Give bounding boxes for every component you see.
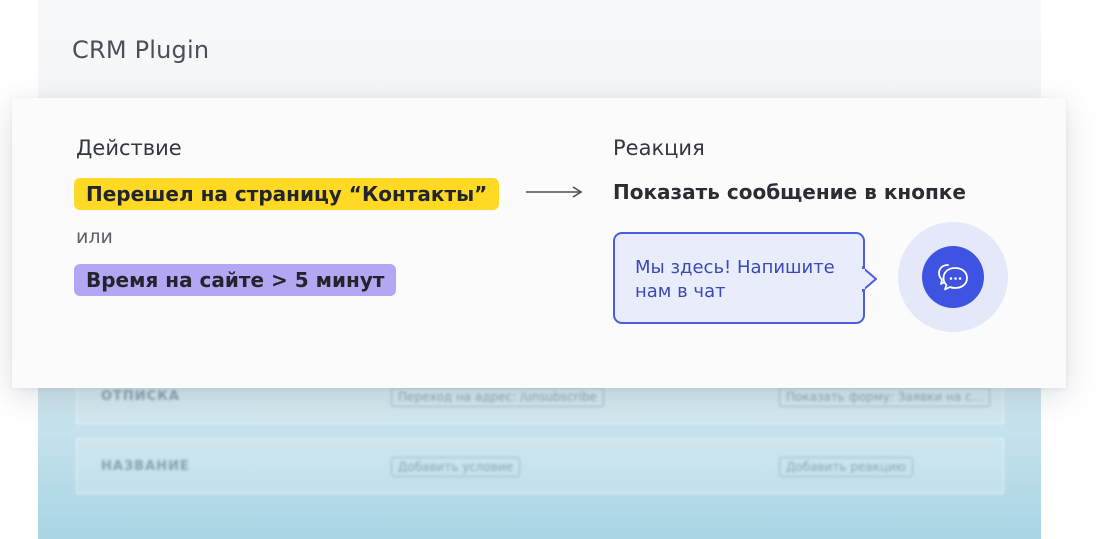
row-name: ОТПИСКА bbox=[101, 389, 180, 404]
condition-tag-time[interactable]: Время на сайте > 5 минут bbox=[74, 264, 397, 296]
condition-tag-contacts[interactable]: Перешел на страницу “Контакты” bbox=[74, 178, 500, 210]
row-condition[interactable]: Переход на адрес: /unsubscribe bbox=[391, 387, 604, 407]
message-bubble: Мы здесь! Напишите нам в чат bbox=[613, 232, 865, 324]
add-reaction-button[interactable]: Добавить реакцию bbox=[779, 457, 913, 477]
action-label: Действие bbox=[76, 136, 182, 160]
bubble-message: Мы здесь! Напишите нам в чат bbox=[635, 257, 835, 302]
app-title: CRM Plugin bbox=[72, 36, 210, 64]
or-separator: или bbox=[76, 226, 113, 248]
reaction-title: Показать сообщение в кнопке bbox=[613, 180, 966, 204]
row-reaction[interactable]: Показать форму: Заявки на с... bbox=[779, 387, 991, 407]
chat-button-halo bbox=[898, 222, 1008, 332]
row-name: НАЗВАНИЕ bbox=[101, 459, 190, 474]
chat-button[interactable] bbox=[922, 246, 984, 308]
table-row[interactable]: НАЗВАНИЕ Добавить условие Добавить реакц… bbox=[76, 438, 1004, 494]
chat-bubbles-icon bbox=[938, 264, 968, 291]
add-condition-button[interactable]: Добавить условие bbox=[391, 457, 521, 477]
bubble-tail bbox=[862, 266, 877, 292]
reaction-label: Реакция bbox=[613, 136, 705, 160]
arrow-right-icon bbox=[526, 186, 583, 198]
trigger-card: Действие Реакция Перешел на страницу “Ко… bbox=[12, 98, 1066, 388]
